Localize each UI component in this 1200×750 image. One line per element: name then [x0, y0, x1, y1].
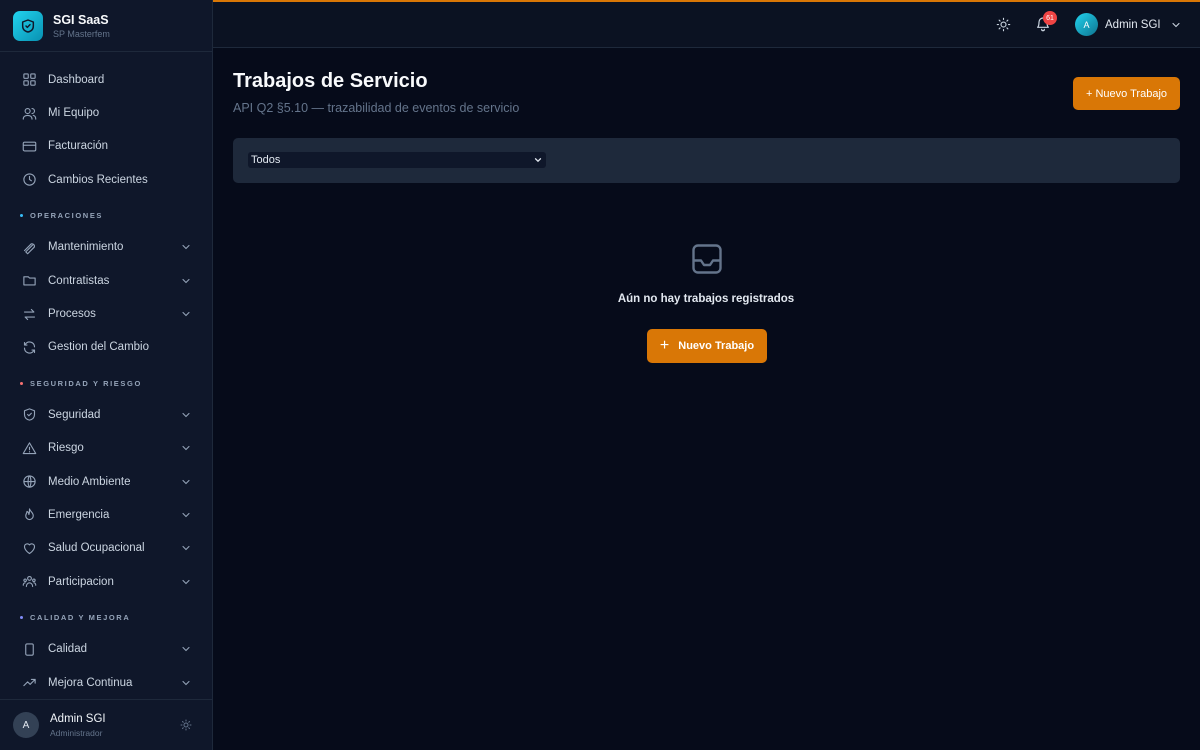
clipboard-icon: [21, 641, 37, 657]
chevron-down-icon: [180, 643, 192, 655]
sidebar-item-emergencia[interactable]: Emergencia: [0, 498, 212, 531]
sidebar-item-label: Dashboard: [48, 73, 105, 86]
chevron-down-icon: [180, 677, 192, 689]
sidebar-item-label: Riesgo: [48, 442, 84, 455]
sidebar-item-mi-equipo[interactable]: Mi Equipo: [0, 96, 212, 129]
section-dot: [20, 214, 23, 218]
sidebar-item-label: Medio Ambiente: [48, 475, 131, 488]
brand-subtitle: SP Masterfem: [53, 28, 110, 39]
brand[interactable]: SGI SaaS SP Masterfem: [0, 0, 212, 52]
chevron-down-icon: [180, 542, 192, 554]
group-icon: [21, 574, 37, 590]
sidebar-item-label: Procesos: [48, 308, 96, 321]
chevron-down-icon: [533, 155, 543, 165]
flame-icon: [21, 507, 37, 523]
topbar-user-name: Admin SGI: [1105, 18, 1161, 31]
sidebar-item-label: Mejora Continua: [48, 676, 133, 689]
grid-icon: [21, 72, 37, 88]
chevron-down-icon: [180, 409, 192, 421]
sidebar-item-label: Gestion del Cambio: [48, 341, 149, 354]
button-label: Nuevo Trabajo: [678, 340, 755, 352]
sidebar-item-label: Contratistas: [48, 274, 110, 287]
heart-icon: [21, 540, 37, 556]
sidebar-item-seguridad[interactable]: Seguridad: [0, 398, 212, 431]
chevron-down-icon: [180, 275, 192, 287]
sidebar-item-label: Salud Ocupacional: [48, 542, 145, 555]
sidebar-user-footer[interactable]: A Admin SGI Administrador: [0, 699, 212, 750]
sidebar-item-riesgo[interactable]: Riesgo: [0, 432, 212, 465]
user-role: Administrador: [50, 727, 103, 738]
avatar: A: [13, 712, 39, 738]
sidebar-item-label: Facturación: [48, 140, 109, 153]
sidebar: SGI SaaS SP Masterfem Dashboard Mi Equip…: [0, 0, 213, 750]
globe-icon: [21, 474, 37, 490]
arrows-exchange-icon: [21, 306, 37, 322]
refresh-icon: [21, 339, 37, 355]
sidebar-item-dashboard[interactable]: Dashboard: [0, 63, 212, 96]
sidebar-item-participacion[interactable]: Participacion: [0, 565, 212, 598]
shield-logo-icon: [13, 10, 43, 41]
sidebar-item-label: Cambios Recientes: [48, 173, 148, 186]
section-dot: [20, 381, 23, 385]
chevron-down-icon: [180, 241, 192, 253]
chevron-down-icon: [1170, 19, 1182, 31]
trending-up-icon: [21, 675, 37, 691]
wrench-icon: [21, 239, 37, 255]
section-operaciones: OPERACIONES: [0, 206, 212, 226]
chevron-down-icon: [180, 476, 192, 488]
warning-triangle-icon: [21, 440, 37, 456]
sidebar-item-cambios-recientes[interactable]: Cambios Recientes: [0, 163, 212, 196]
sidebar-item-contratistas[interactable]: Contratistas: [0, 264, 212, 297]
chevron-down-icon: [180, 509, 192, 521]
chevron-down-icon: [180, 442, 192, 454]
section-calidad-y-mejora: CALIDAD Y MEJORA: [0, 607, 212, 627]
plus-icon: +: [659, 337, 670, 354]
new-job-button[interactable]: + Nuevo Trabajo: [1073, 77, 1180, 110]
sidebar-item-label: Mi Equipo: [48, 107, 100, 120]
empty-state-message: Aún no hay trabajos registrados: [617, 293, 795, 305]
credit-card-icon: [21, 138, 37, 154]
sun-icon[interactable]: [180, 719, 192, 731]
empty-state-new-job-button[interactable]: + Nuevo Trabajo: [647, 329, 767, 363]
section-seguridad-y-riesgo: SEGURIDAD Y RIESGO: [0, 373, 212, 393]
shield-check-icon: [21, 407, 37, 423]
section-title: SEGURIDAD Y RIESGO: [30, 378, 142, 388]
theme-toggle-sun-icon[interactable]: [996, 17, 1011, 32]
users-icon: [21, 105, 37, 121]
sidebar-item-label: Participacion: [48, 575, 114, 588]
sidebar-item-salud-ocupacional[interactable]: Salud Ocupacional: [0, 532, 212, 565]
page-title: Trabajos de Servicio: [233, 70, 428, 92]
sidebar-item-label: Seguridad: [48, 408, 101, 421]
inbox-icon: [689, 241, 725, 277]
sidebar-nav: Dashboard Mi Equipo Facturación Cambios …: [0, 52, 212, 699]
page-subtitle: API Q2 §5.10 — trazabilidad de eventos d…: [233, 101, 520, 115]
sidebar-item-mantenimiento[interactable]: Mantenimiento: [0, 231, 212, 264]
section-dot: [20, 615, 23, 619]
sidebar-item-label: Emergencia: [48, 508, 110, 521]
filter-bar: Todos: [233, 138, 1180, 183]
clock-icon: [21, 172, 37, 188]
section-title: CALIDAD Y MEJORA: [30, 612, 131, 622]
chevron-down-icon: [180, 576, 192, 588]
topbar-user-menu[interactable]: A Admin SGI: [1075, 13, 1182, 36]
sidebar-item-mejora-continua[interactable]: Mejora Continua: [0, 666, 212, 699]
sidebar-item-calidad[interactable]: Calidad: [0, 632, 212, 665]
notification-badge: 61: [1043, 11, 1057, 25]
brand-name: SGI SaaS: [53, 12, 109, 27]
user-name: Admin SGI: [50, 712, 106, 725]
sidebar-item-procesos[interactable]: Procesos: [0, 297, 212, 330]
sidebar-item-medio-ambiente[interactable]: Medio Ambiente: [0, 465, 212, 498]
chevron-down-icon: [180, 308, 192, 320]
avatar: A: [1075, 13, 1098, 36]
status-filter-select[interactable]: Todos: [248, 152, 546, 168]
sidebar-item-label: Calidad: [48, 643, 87, 656]
sidebar-item-gestion-del-cambio[interactable]: Gestion del Cambio: [0, 331, 212, 364]
filter-select-value: Todos: [251, 154, 281, 166]
section-title: OPERACIONES: [30, 211, 104, 221]
sidebar-item-facturacion[interactable]: Facturación: [0, 130, 212, 163]
folder-icon: [21, 273, 37, 289]
sidebar-item-label: Mantenimiento: [48, 241, 124, 254]
